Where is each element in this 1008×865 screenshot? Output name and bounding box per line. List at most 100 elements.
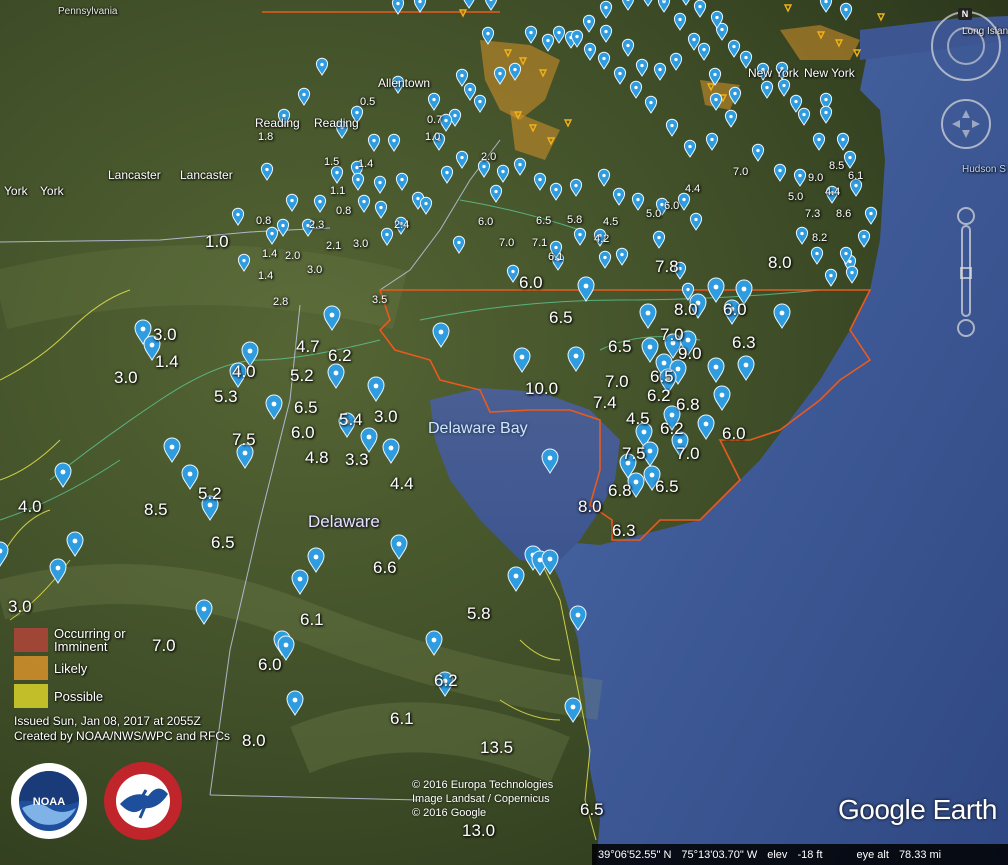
snowfall-value: 6.0 — [664, 200, 680, 212]
station-pin-dot — [392, 138, 396, 143]
place-pennsylvania: Pennsylvania — [58, 6, 118, 17]
zoom-slider[interactable] — [961, 225, 971, 317]
snowfall-value: 2.0 — [285, 250, 301, 262]
place-allentown: Allentown — [378, 76, 431, 90]
status-eye-label: eye alt — [856, 848, 889, 861]
zoom-in-icon[interactable] — [957, 207, 975, 225]
station-pin-dot — [602, 173, 606, 178]
snowfall-value: 1.1 — [330, 185, 346, 197]
station-pin-dot — [824, 110, 828, 115]
navigation-controls[interactable] — [924, 6, 1004, 346]
station-pin-dot — [55, 565, 61, 571]
station-pin-dot — [201, 606, 207, 612]
station-pin-dot — [670, 123, 674, 128]
station-pin-dot — [247, 348, 253, 354]
station-pin-dot — [578, 232, 582, 237]
snowfall-value: 6.0 — [723, 300, 747, 319]
station-pin-dot — [649, 472, 655, 478]
snowfall-value: 7.0 — [605, 372, 629, 391]
station-pin-dot — [756, 148, 760, 153]
snowfall-value: 6.2 — [660, 419, 684, 438]
snowfall-value: 6.6 — [373, 558, 397, 577]
station-pin-dot — [396, 541, 402, 547]
station-pin-dot — [720, 27, 724, 32]
place-lancaster-1: Lancaster — [108, 168, 161, 182]
station-pin-dot — [546, 38, 550, 43]
place-newyork-1: New York — [748, 66, 799, 80]
created-by-line: Created by NOAA/NWS/WPC and RFCs — [14, 729, 231, 743]
legend-swatch-possible — [14, 684, 48, 708]
look-joystick[interactable] — [931, 11, 1001, 81]
station-pin-dot — [373, 383, 379, 389]
snowfall-value: 8.0 — [242, 731, 266, 750]
station-pin-dot — [743, 362, 749, 368]
move-joystick[interactable] — [941, 99, 991, 149]
station-pin-dot — [511, 269, 515, 274]
look-center[interactable] — [947, 27, 985, 65]
station-pin-dot — [329, 312, 335, 318]
snowfall-value: 4.4 — [685, 183, 701, 195]
place-york-2: York — [40, 184, 64, 198]
station-pin-dot — [715, 15, 719, 20]
legend-item-likely: Likely — [14, 654, 154, 682]
station-pin-dot — [60, 469, 66, 475]
station-pin-dot — [396, 1, 400, 6]
station-pin-dot — [554, 187, 558, 192]
google-earth-logo: Google Earth — [838, 794, 998, 825]
snowfall-value: 0.8 — [256, 215, 272, 227]
station-pin-dot — [372, 138, 376, 143]
snowfall-value: 5.8 — [567, 214, 583, 226]
station-pin-dot — [732, 44, 736, 49]
snowfall-value: 13.5 — [480, 738, 514, 757]
snowfall-value: 4.0 — [18, 497, 42, 516]
legend-label-possible: Possible — [54, 688, 104, 704]
noaa-logo-text: NOAA — [33, 796, 65, 808]
snowfall-value: 6.2 — [434, 671, 458, 690]
snowfall-value: 8.2 — [812, 232, 828, 244]
snowfall-value: 6.2 — [328, 346, 352, 365]
station-pin-dot — [460, 155, 464, 160]
station-pin-dot — [733, 91, 737, 96]
map-viewport[interactable]: Pennsylvania Allentown Reading Reading L… — [0, 0, 1008, 865]
station-pin-dot — [634, 85, 638, 90]
place-york-1: York — [4, 184, 28, 198]
station-pin-dot — [547, 455, 553, 461]
snowfall-value: 4.4 — [825, 186, 841, 198]
station-pin-dot — [400, 177, 404, 182]
station-pin-dot — [647, 344, 653, 350]
station-pin-dot — [318, 199, 322, 204]
station-pin-dot — [798, 173, 802, 178]
station-pin-dot — [574, 183, 578, 188]
station-pin-dot — [688, 144, 692, 149]
station-pin-dot — [416, 196, 420, 201]
station-pin-dot — [824, 97, 828, 102]
station-pin-dot — [782, 83, 786, 88]
snowfall-value: 8.5 — [829, 160, 845, 172]
snowfall-value: 6.0 — [258, 655, 282, 674]
station-pin-dot — [640, 63, 644, 68]
snowfall-value: 1.0 — [425, 131, 441, 143]
station-pin-dot — [460, 73, 464, 78]
station-pin-dot — [658, 67, 662, 72]
station-pin-dot — [713, 364, 719, 370]
snowfall-value: 10.0 — [525, 379, 559, 398]
noaa-logo: NOAA — [11, 763, 87, 839]
station-pin-dot — [729, 114, 733, 119]
station-pin-dot — [694, 217, 698, 222]
station-pin-dot — [710, 137, 714, 142]
zoom-out-icon[interactable] — [957, 319, 975, 337]
north-indicator[interactable]: N — [958, 8, 972, 20]
station-pin-dot — [641, 429, 647, 435]
station-pin-dot — [302, 92, 306, 97]
snowfall-value: 7.0 — [499, 237, 515, 249]
snowfall-value: 7.1 — [532, 237, 548, 249]
station-pin-dot — [647, 448, 653, 454]
snowfall-value: 3.5 — [372, 294, 388, 306]
station-pin-dot — [674, 57, 678, 62]
credit-landsat: Image Landsat / Copernicus — [412, 793, 550, 805]
station-pin-dot — [494, 189, 498, 194]
station-pin-dot — [379, 205, 383, 210]
station-pin-dot — [587, 19, 591, 24]
legend-swatch-occurring — [14, 628, 48, 652]
status-latitude: 39°06'52.55" N — [598, 848, 672, 861]
